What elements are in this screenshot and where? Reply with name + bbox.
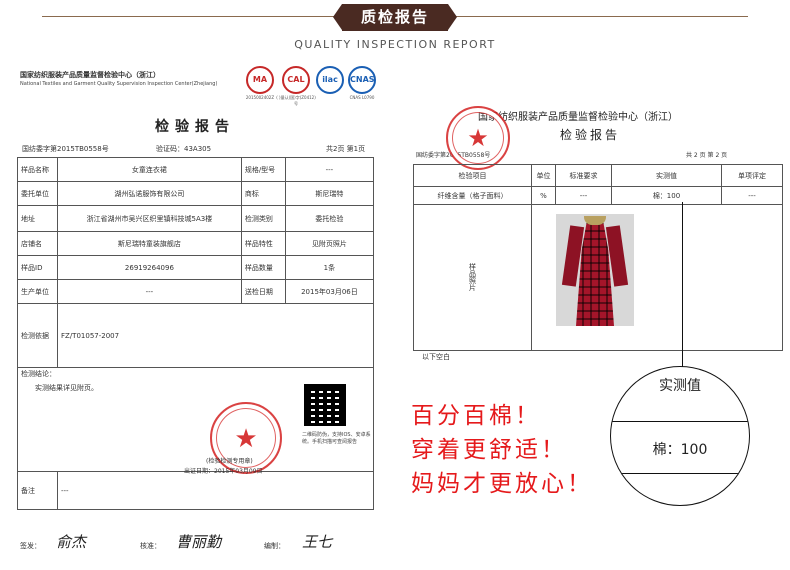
page-indicator: 共2页 第1页	[326, 145, 366, 153]
quantity-label: 样品数量	[240, 255, 286, 280]
right-seal-star-icon: ★	[467, 124, 489, 152]
approve-label: 核准：	[140, 542, 161, 550]
sample-name-value: 女童连衣裙	[57, 157, 242, 182]
row-standard: ---	[555, 186, 612, 205]
basis-value: FZ/T01057-2007	[57, 303, 374, 368]
magnifier-rule-top	[611, 421, 749, 422]
inspection-center-name: 国家纺织服装产品质量监督检验中心（浙江）	[20, 71, 160, 79]
test-type-label: 检测类别	[240, 205, 286, 232]
promo-line-1: 百分百棉！	[411, 403, 541, 429]
photo-label: 样品照片	[413, 204, 532, 351]
feature-label: 样品特性	[240, 231, 286, 256]
shop-value: 斯尼瑞特童装旗舰店	[57, 231, 242, 256]
compile-signature: 王七	[302, 533, 333, 551]
ilac-cert-icon: ilac	[316, 66, 344, 94]
right-report-document: 国家纺织服装产品质量监督检验中心（浙江） 检验报告 国纺委字第2015TB055…	[410, 100, 784, 362]
conclusion-label: 检测结论：	[21, 370, 56, 378]
inspection-center-name-en: National Textiles and Garment Quality Su…	[20, 81, 218, 87]
approve-signature: 曹丽勤	[176, 533, 222, 551]
sample-dress-photo	[556, 214, 634, 326]
sample-id-value: 26919264096	[57, 255, 242, 280]
cma-cert-caption: 2015002402Z	[245, 95, 275, 100]
feature-value: 见附页照片	[284, 231, 375, 256]
issue-date: 出证日期：2015年03月09日	[184, 468, 263, 475]
right-page-indicator: 共 2 页 第 2 页	[686, 152, 728, 159]
row-unit: %	[531, 186, 556, 205]
row-evaluation: ---	[721, 186, 783, 205]
address-label: 地址	[17, 205, 58, 232]
promo-line-3: 妈妈才更放心！	[411, 471, 593, 497]
page-title: 质检报告	[333, 4, 457, 31]
date-label: 送检日期	[240, 279, 286, 304]
quantity-value: 1条	[284, 255, 375, 280]
shop-label: 店铺名	[17, 231, 58, 256]
producer-label: 生产单位	[17, 279, 58, 304]
cal-cert-icon: CAL	[282, 66, 310, 94]
qr-code	[304, 384, 346, 426]
page-subtitle: QUALITY INSPECTION REPORT	[294, 38, 496, 51]
promo-line-2: 穿着更舒适！	[411, 437, 567, 463]
below-blank-note: 以下空白	[422, 353, 450, 361]
remark-label: 备注	[17, 471, 58, 510]
sample-name-label: 样品名称	[17, 157, 58, 182]
sample-id-label: 样品ID	[17, 255, 58, 280]
right-seal-stamp: ★	[446, 106, 510, 170]
measured-value-magnifier: 实测值 棉：100	[610, 366, 750, 506]
magnifier-rule-bottom	[611, 473, 749, 474]
sign-signature: 俞杰	[56, 533, 87, 551]
client-value: 湖州弘诺服饰有限公司	[57, 181, 242, 206]
seal-star-icon: ★	[234, 424, 258, 454]
verify-code: 验证码：43A305	[156, 145, 212, 153]
magnifier-label: 实测值	[659, 378, 701, 394]
report-number: 国纺委字第2015TB0558号	[22, 145, 109, 153]
magnifier-value: 棉：100	[652, 442, 708, 458]
report-info-table: 样品名称 女童连衣裙 规格/型号 --- 委托单位 湖州弘诺服饰有限公司 商标 …	[17, 157, 375, 510]
test-type-value: 委托检验	[284, 205, 375, 232]
right-report-title: 检验报告	[560, 128, 621, 142]
spec-label: 规格/型号	[240, 157, 286, 182]
address-value: 浙江省湖州市吴兴区织里镇科技城5A3楼	[57, 205, 242, 232]
row-test-item: 纤维含量（格子面料）	[413, 186, 532, 205]
spec-value: ---	[284, 157, 375, 182]
cal-cert-caption: ( )量认(国)字(Z0412)号	[276, 95, 316, 106]
header-measured: 实测值	[611, 164, 722, 187]
seal-caption: (检验检测专用章)	[206, 458, 253, 465]
client-label: 委托单位	[17, 181, 58, 206]
cma-cert-icon: MA	[246, 66, 274, 94]
row-measured: 棉：100	[611, 186, 722, 205]
producer-value: ---	[57, 279, 242, 304]
right-center-name: 国家纺织服装产品质量监督检验中心（浙江）	[478, 112, 678, 123]
report-title: 检验报告	[155, 119, 235, 135]
left-report-document: 国家纺织服装产品质量监督检验中心（浙江） National Textiles a…	[14, 60, 376, 565]
qr-note: 二维码防伪，支持IOS、安卓系统。手机扫描可查阅报告	[302, 432, 371, 445]
date-value: 2015年03月06日	[284, 279, 375, 304]
remark-value: ---	[57, 471, 374, 510]
trademark-label: 商标	[240, 181, 286, 206]
cnas-cert-caption: CNAS L0790	[349, 95, 375, 100]
header-rule-right	[448, 16, 748, 17]
cnas-cert-icon: CNAS	[348, 66, 376, 94]
header-test-item: 检验项目	[413, 164, 532, 187]
header-rule-left	[42, 16, 342, 17]
header-evaluation: 单项评定	[721, 164, 783, 187]
header-unit: 单位	[531, 164, 556, 187]
callout-leader-line	[682, 202, 683, 368]
compile-label: 编制：	[264, 542, 285, 550]
trademark-value: 斯尼瑞特	[284, 181, 375, 206]
sign-label: 签发：	[20, 542, 41, 550]
basis-label: 检测依据	[17, 303, 58, 368]
header-standard: 标准要求	[555, 164, 612, 187]
